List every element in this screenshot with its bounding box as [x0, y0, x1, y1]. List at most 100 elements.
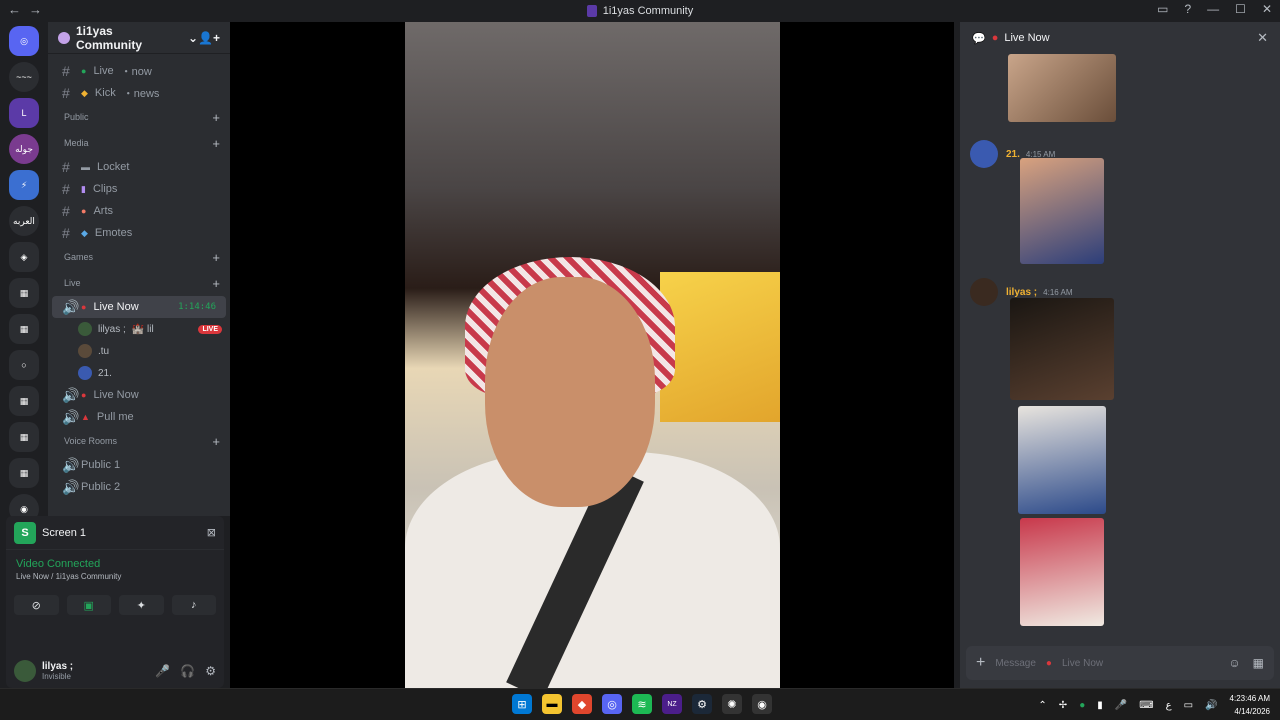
invite-icon[interactable]: 👤+: [198, 31, 220, 45]
server-folder[interactable]: ▦: [9, 278, 39, 308]
server-name: 1i1yas Community: [76, 23, 142, 52]
server-folder[interactable]: ◈: [9, 242, 39, 272]
help-icon[interactable]: ?: [1184, 2, 1191, 16]
apps-icon[interactable]: ▦: [1253, 656, 1264, 670]
hash-icon: #: [62, 203, 70, 219]
chevron-up-icon[interactable]: ⌃: [1038, 700, 1046, 711]
channel-emotes[interactable]: # ◆ Emotes: [52, 222, 226, 244]
discord-home-icon[interactable]: ◎: [9, 26, 39, 56]
add-channel-icon[interactable]: +: [212, 434, 220, 449]
voice-user[interactable]: .tu: [48, 340, 230, 362]
speaker-icon: 🔊: [62, 298, 80, 315]
steam-icon[interactable]: ⚙: [692, 694, 712, 714]
add-channel-icon[interactable]: +: [212, 110, 220, 125]
file-explorer-icon[interactable]: ▬: [542, 694, 562, 714]
forward-icon[interactable]: →: [29, 2, 42, 17]
voice-channel-public-1[interactable]: 🔊 Public 1: [52, 454, 226, 476]
server-icon[interactable]: جوله: [9, 134, 39, 164]
stream-video[interactable]: [405, 22, 780, 688]
clock[interactable]: 4:23:46 AM 4/14/2026: [1230, 692, 1270, 718]
add-attachment-icon[interactable]: +: [976, 654, 985, 672]
chat-image[interactable]: [1020, 158, 1104, 264]
stream-stage[interactable]: [230, 22, 954, 688]
tray-app-icon[interactable]: ✢: [1059, 700, 1067, 711]
headphones-icon[interactable]: 🎧: [180, 664, 195, 678]
chat-image[interactable]: [1020, 518, 1104, 626]
spotify-icon[interactable]: ≋: [632, 694, 652, 714]
channel-label: Live Now: [93, 389, 139, 401]
category-live[interactable]: Live +: [48, 270, 230, 296]
volume-icon[interactable]: 🔊: [1205, 700, 1217, 711]
channel-live[interactable]: # ● Live ・now: [52, 60, 226, 82]
voice-channel-live-now[interactable]: 🔊 ● Live Now 1:14:46: [52, 296, 226, 318]
voice-channel-live-now-2[interactable]: 🔊 ● Live Now: [52, 384, 226, 406]
channel-arts[interactable]: # ● Arts: [52, 200, 226, 222]
close-button[interactable]: ✕: [1262, 2, 1272, 16]
chat-image[interactable]: [1008, 54, 1116, 122]
camera-off-button[interactable]: ⊘: [14, 595, 59, 615]
channel-label: Kick: [94, 87, 116, 99]
channel-clips[interactable]: # ▮ Clips: [52, 178, 226, 200]
add-channel-icon[interactable]: +: [212, 250, 220, 265]
screen-share-row[interactable]: S Screen 1 ⊠: [6, 516, 224, 550]
server-icon[interactable]: ⚡: [9, 170, 39, 200]
server-header[interactable]: 1i1yas Community ⌄ 👤+: [48, 22, 230, 54]
channel-kick[interactable]: # ◆ Kick ・news: [52, 82, 226, 104]
microphone-icon[interactable]: 🎤: [155, 664, 170, 678]
language-indicator[interactable]: ع: [1166, 700, 1172, 711]
category-label: Media: [64, 138, 89, 148]
chatgpt-icon[interactable]: ✺: [722, 694, 742, 714]
server-folder[interactable]: ▦: [9, 422, 39, 452]
channel-locket[interactable]: # ▬ Locket: [52, 156, 226, 178]
tray-status-icon[interactable]: ●: [1079, 700, 1085, 711]
keyboard-icon[interactable]: ⌨: [1139, 700, 1153, 711]
nzxt-icon[interactable]: NZ: [662, 694, 682, 714]
avatar: [78, 344, 92, 358]
server-folder[interactable]: ○: [9, 350, 39, 380]
activities-button[interactable]: ✦: [119, 595, 164, 615]
server-icon[interactable]: العربه: [9, 206, 39, 236]
red-dot-icon: ●: [81, 302, 87, 312]
start-icon[interactable]: ⊞: [512, 694, 532, 714]
message-author[interactable]: lilyas ;: [1006, 287, 1037, 298]
message-composer[interactable]: + Message ● Live Now ☺ ▦: [966, 646, 1274, 680]
chat-image[interactable]: [1010, 298, 1114, 400]
server-folder[interactable]: ▦: [9, 386, 39, 416]
network-icon[interactable]: ▭: [1184, 700, 1193, 711]
minimize-button[interactable]: —: [1207, 2, 1219, 16]
voice-channel-public-2[interactable]: 🔊 Public 2: [52, 476, 226, 498]
emoji-icon[interactable]: ☺: [1228, 656, 1240, 670]
category-media[interactable]: Media +: [48, 130, 230, 156]
avatar[interactable]: [14, 660, 36, 682]
message-author[interactable]: 21.: [1006, 149, 1020, 160]
category-voice-rooms[interactable]: Voice Rooms +: [48, 428, 230, 454]
brave-icon[interactable]: ◆: [572, 694, 592, 714]
maximize-button[interactable]: ☐: [1235, 2, 1246, 16]
gear-icon[interactable]: ⚙: [205, 664, 216, 678]
category-games[interactable]: Games +: [48, 244, 230, 270]
tray-battery-icon[interactable]: ▮: [1097, 700, 1103, 711]
stop-share-icon[interactable]: ⊠: [207, 526, 216, 539]
close-icon[interactable]: ✕: [1257, 30, 1268, 46]
add-channel-icon[interactable]: +: [212, 136, 220, 151]
server-folder[interactable]: ▦: [9, 314, 39, 344]
voice-user[interactable]: lilyas ; 🏰 lil LIVE: [48, 318, 230, 340]
inbox-icon[interactable]: ▭: [1157, 2, 1168, 16]
microphone-icon[interactable]: 🎤: [1115, 700, 1127, 711]
back-icon[interactable]: ←: [8, 2, 21, 17]
server-folder[interactable]: ▦: [9, 458, 39, 488]
server-icon-active[interactable]: L: [9, 98, 39, 128]
server-icon[interactable]: ~~~: [9, 62, 39, 92]
call-timer: 1:14:46: [178, 302, 216, 312]
share-screen-button[interactable]: ▣: [66, 595, 111, 615]
discord-icon[interactable]: ◎: [602, 694, 622, 714]
soundboard-button[interactable]: ♪: [171, 595, 216, 615]
add-channel-icon[interactable]: +: [212, 276, 220, 291]
avatar[interactable]: [970, 278, 998, 306]
steelseries-icon[interactable]: ◉: [752, 694, 772, 714]
voice-user[interactable]: 21.: [48, 362, 230, 384]
voice-channel-pull-me[interactable]: 🔊 ▲ Pull me: [52, 406, 226, 428]
category-public[interactable]: Public +: [48, 104, 230, 130]
avatar[interactable]: [970, 140, 998, 168]
chat-image[interactable]: [1018, 406, 1106, 514]
